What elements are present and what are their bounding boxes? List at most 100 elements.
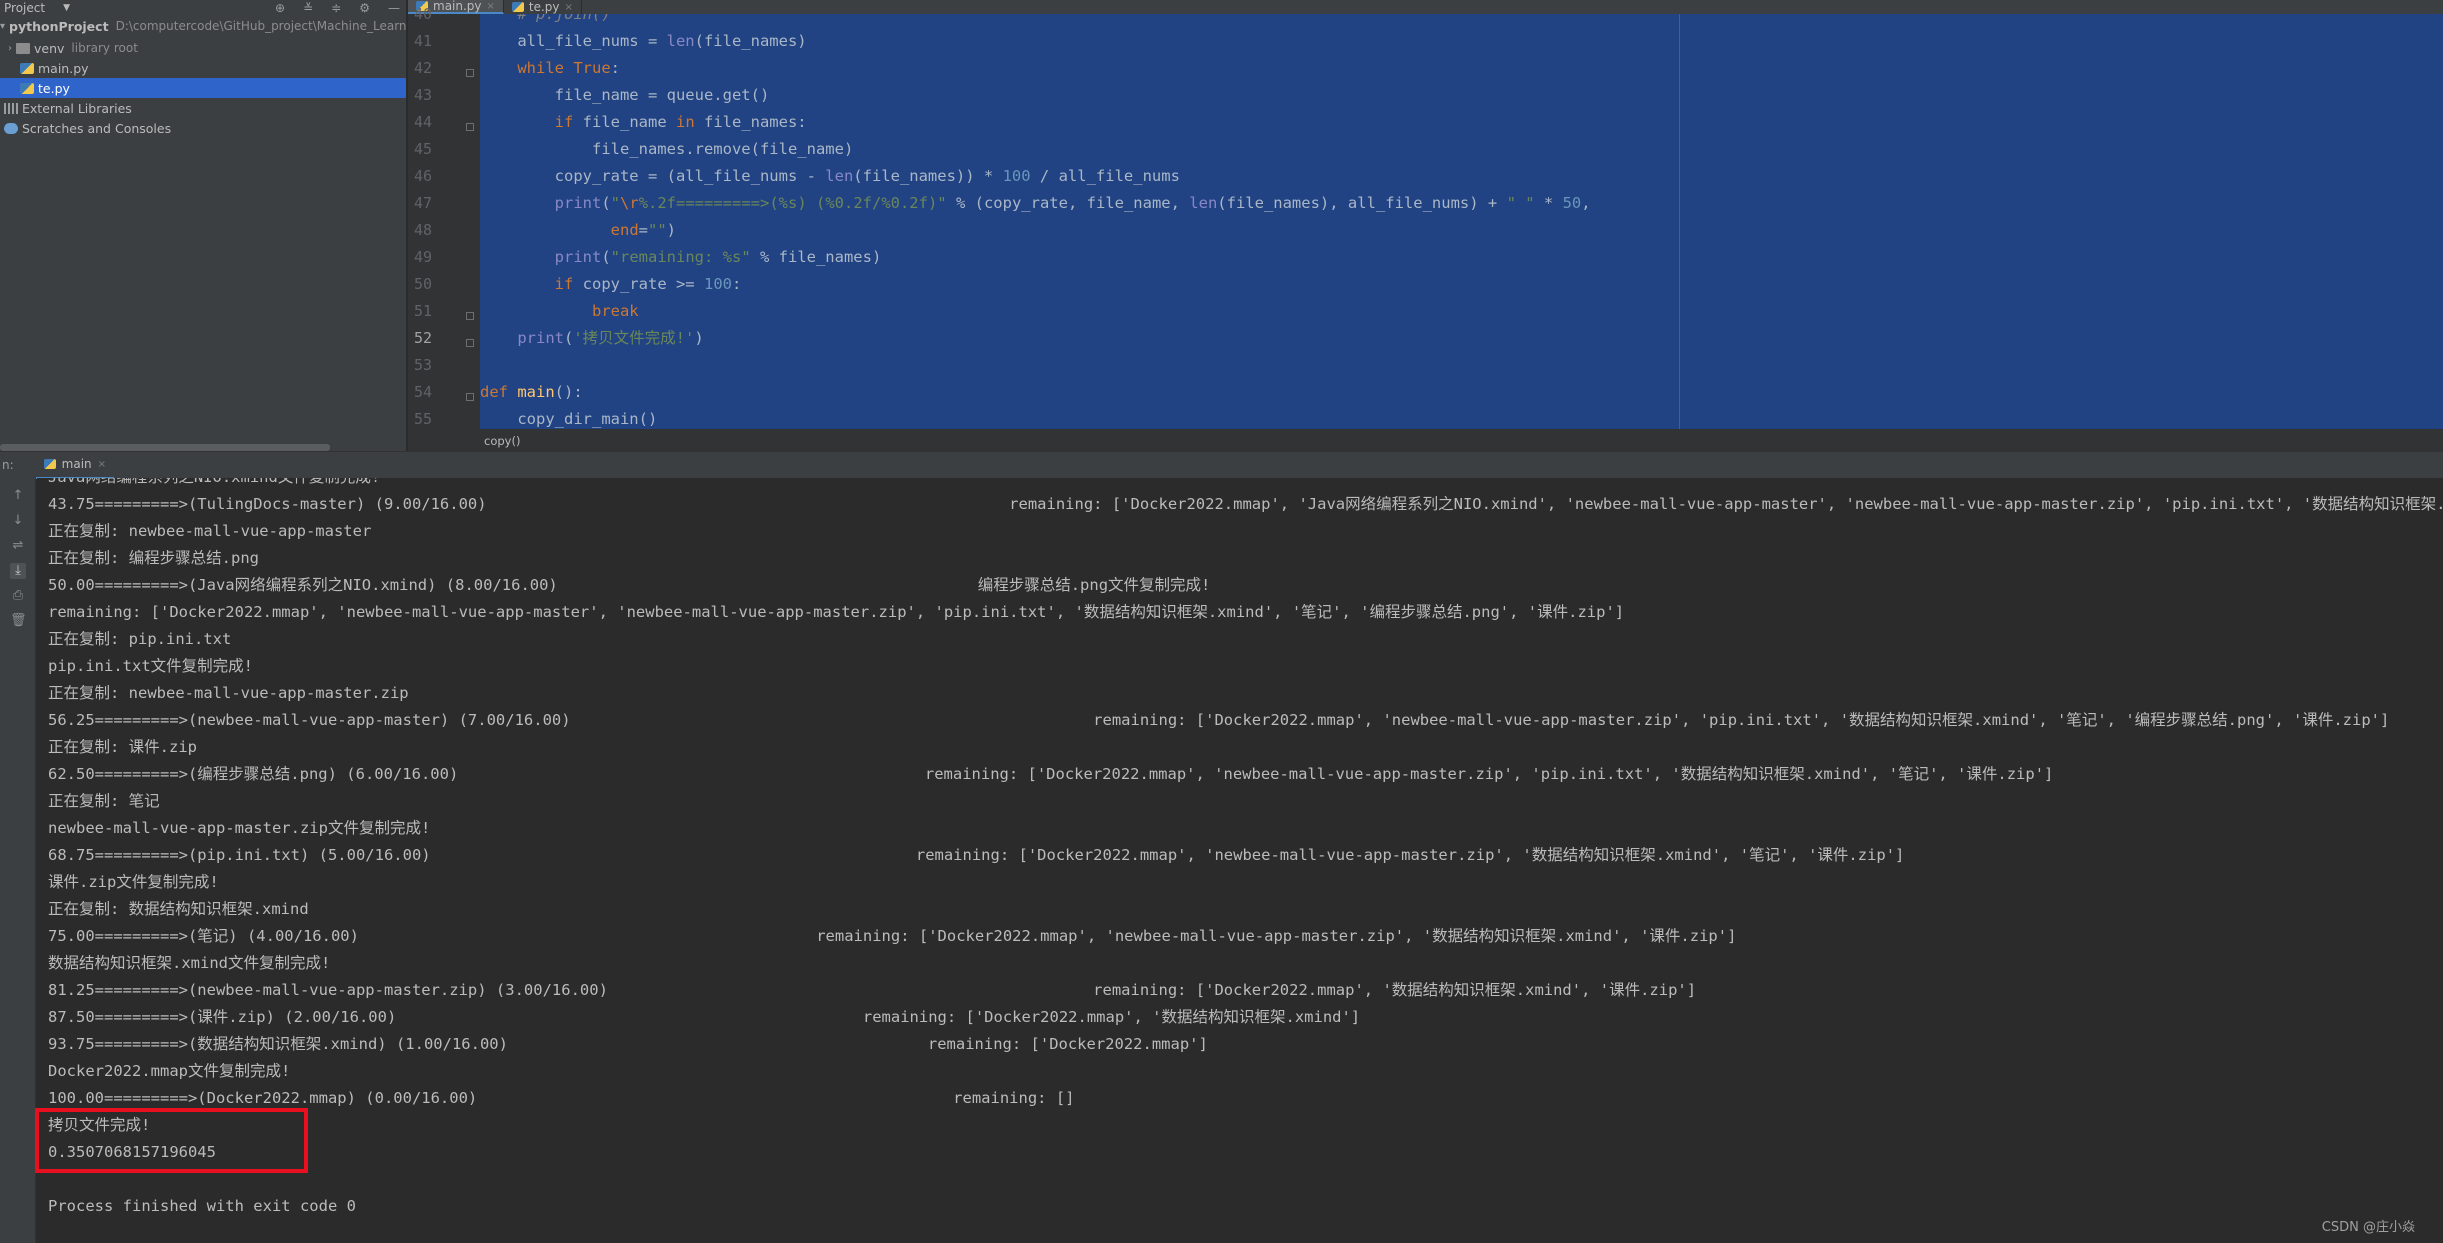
chevron-down-icon[interactable]: ▼: [63, 3, 70, 13]
line-number: 52: [414, 329, 433, 347]
scroll-to-end-icon[interactable]: ⤓: [10, 563, 26, 579]
tab-label: te.py: [528, 0, 560, 14]
line-number: 47: [414, 194, 433, 212]
editor-tab-bar: main.py × te.py ×: [408, 0, 2443, 14]
console-line: 43.75=========>(TulingDocs-master) (9.00…: [48, 495, 2443, 513]
console-line: 81.25=========>(newbee-mall-vue-app-mast…: [48, 981, 1697, 999]
tree-root[interactable]: ▾ pythonProject D:\computercode\GitHub_p…: [0, 16, 406, 36]
tree-item-label: Scratches and Consoles: [22, 120, 172, 136]
collapse-all-icon[interactable]: ≚: [303, 1, 313, 15]
tree-item-external-libraries[interactable]: External Libraries: [0, 98, 406, 118]
tab-te-py[interactable]: te.py ×: [504, 0, 582, 14]
console-line: 正在复制: newbee-mall-vue-app-master: [48, 522, 372, 540]
line-number: 42: [414, 59, 433, 77]
folder-icon: [16, 42, 30, 54]
console-line: pip.ini.txt文件复制完成!: [48, 657, 253, 675]
code-line: print("\r%.2f=========>(%s) (%0.2f/%0.2f…: [554, 194, 1591, 212]
code-line: # p.join(): [517, 14, 611, 23]
console-line: 68.75=========>(pip.ini.txt) (5.00/16.00…: [48, 846, 1905, 864]
tree-item-label: main.py: [38, 60, 89, 76]
close-icon[interactable]: ×: [487, 1, 495, 12]
trash-icon[interactable]: 🗑: [10, 613, 27, 629]
root-path: D:\computercode\GitHub_project\Machine_L…: [115, 19, 406, 33]
console-output[interactable]: Java网络编程系列之NIO.xmind文件复制完成! 43.75=======…: [37, 478, 2443, 1243]
run-tool-window-header: n: main ×: [0, 451, 2443, 479]
hide-icon[interactable]: —: [388, 1, 400, 15]
code-line: file_names.remove(file_name): [480, 140, 854, 158]
root-name: pythonProject: [9, 18, 109, 34]
tree-item-scratches[interactable]: Scratches and Consoles: [0, 118, 406, 138]
code-line: end=""): [610, 221, 677, 239]
tree-item-note: library root: [71, 41, 138, 55]
arrow-down-icon[interactable]: ↓: [10, 513, 26, 529]
console-line: 62.50=========>(编程步骤总结.png) (6.00/16.00)…: [48, 765, 2054, 783]
console-line: 正在复制: 课件.zip: [48, 738, 197, 756]
line-number: 53: [414, 356, 433, 374]
python-file-icon: [511, 2, 524, 12]
tree-item-label: te.py: [38, 80, 70, 96]
expand-all-icon[interactable]: ≑: [331, 1, 341, 15]
line-number: 50: [414, 275, 433, 293]
line-number: 43: [414, 86, 433, 104]
tree-item-main-py[interactable]: main.py: [0, 58, 406, 78]
close-icon[interactable]: ×: [98, 459, 106, 470]
code-line: print('拷贝文件完成!'): [517, 329, 704, 347]
line-number: 45: [414, 140, 433, 158]
code-line: while True:: [517, 59, 621, 77]
chevron-down-icon[interactable]: ▾: [0, 21, 5, 32]
code-line: if copy_rate >= 100:: [554, 275, 742, 293]
console-line: 正在复制: 数据结构知识框架.xmind: [48, 900, 309, 918]
line-number: 44: [414, 113, 433, 131]
console-line: 课件.zip文件复制完成!: [48, 873, 219, 891]
chevron-right-icon[interactable]: ›: [4, 43, 16, 54]
console-line: 93.75=========>(数据结构知识框架.xmind) (1.00/16…: [48, 1035, 1208, 1053]
soft-wrap-icon[interactable]: ⇌: [10, 538, 26, 554]
fold-marker-icon[interactable]: [466, 69, 474, 77]
console-line: 56.25=========>(newbee-mall-vue-app-mast…: [48, 711, 2390, 729]
console-line: 正在复制: newbee-mall-vue-app-master.zip: [48, 684, 409, 702]
console-line: Docker2022.mmap文件复制完成!: [48, 1062, 291, 1080]
run-tab-main[interactable]: main ×: [35, 452, 115, 479]
project-title[interactable]: Project: [4, 1, 45, 15]
line-number-gutter: 40 41 42 43 44 45 46 47 48 49 50 51 52 5…: [408, 5, 480, 429]
close-icon[interactable]: ×: [565, 2, 573, 13]
console-line: 正在复制: 笔记: [48, 792, 160, 810]
fold-marker-icon[interactable]: [466, 339, 474, 347]
gear-icon[interactable]: ⚙: [359, 1, 370, 15]
print-icon[interactable]: ⎙: [10, 588, 26, 604]
tree-item-label: External Libraries: [22, 100, 132, 116]
console-line: 75.00=========>(笔记) (4.00/16.00) remaini…: [48, 927, 1737, 945]
library-icon: [4, 102, 18, 114]
project-header[interactable]: Project ▼ ⊕ ≚ ≑ ⚙ —: [0, 0, 406, 16]
tree-item-te-py[interactable]: te.py: [0, 78, 406, 98]
scratches-icon: [4, 122, 18, 134]
breadcrumb-item[interactable]: copy(): [484, 434, 520, 448]
code-line: def main():: [480, 383, 583, 401]
code-line: all_file_nums = len(file_names): [480, 32, 807, 50]
project-tool-window: Project ▼ ⊕ ≚ ≑ ⚙ — ▾ pythonProject D:\c…: [0, 0, 407, 451]
tree-item-venv[interactable]: › venv library root: [0, 38, 406, 58]
console-line: newbee-mall-vue-app-master.zip文件复制完成!: [48, 819, 431, 837]
tree-item-label: venv: [34, 40, 65, 56]
tab-label: main.py: [433, 0, 482, 13]
line-number: 54: [414, 383, 433, 401]
arrow-up-icon[interactable]: ↑: [10, 488, 26, 504]
console-line: 50.00=========>(Java网络编程系列之NIO.xmind) (8…: [48, 576, 1211, 594]
right-margin-guide: [1679, 14, 1680, 429]
line-number: 51: [414, 302, 433, 320]
project-toolbar: ⊕ ≚ ≑ ⚙ —: [275, 0, 400, 16]
locate-icon[interactable]: ⊕: [275, 1, 285, 15]
breadcrumb: copy(): [408, 429, 2443, 451]
console-line: 数据结构知识框架.xmind文件复制完成!: [48, 954, 331, 972]
code-line: print("remaining: %s" % file_names): [554, 248, 882, 266]
run-toolbar: ↑ ↓ ⇌ ⤓ ⎙ 🗑: [0, 478, 36, 1243]
console-line: remaining: ['Docker2022.mmap', 'newbee-m…: [48, 603, 1625, 621]
fold-marker-icon[interactable]: [466, 312, 474, 320]
fold-marker-icon[interactable]: [466, 393, 474, 401]
console-line: 87.50=========>(课件.zip) (2.00/16.00) rem…: [48, 1008, 1361, 1026]
annotation-highlight-box: [35, 1108, 308, 1173]
python-file-icon: [20, 82, 34, 94]
fold-marker-icon[interactable]: [466, 123, 474, 131]
horizontal-scrollbar[interactable]: [0, 444, 330, 451]
code-editor[interactable]: # p.join() all_file_nums = len(file_name…: [480, 14, 2443, 429]
